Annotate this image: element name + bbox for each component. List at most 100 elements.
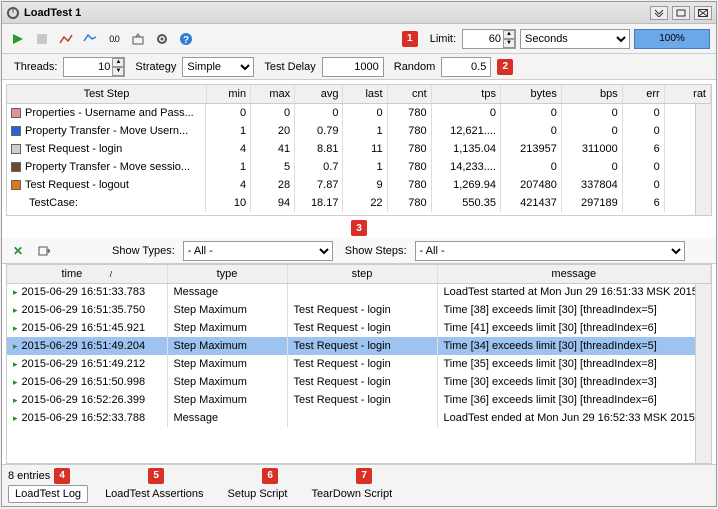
log-cell-message: Time [36] exceeds limit [30] [threadInde… [437,391,711,409]
stats-cell-cnt: 780 [387,140,431,158]
stats-cell-cnt: 780 [387,194,431,212]
clear-log-button[interactable]: ✕ [8,241,28,261]
show-types-label: Show Types: [112,245,175,257]
stats-cell-bps: 311000 [561,140,622,158]
stats-cell-bps: 0 [561,103,622,122]
export-log-button[interactable] [34,241,54,261]
stats-cell-min: 1 [206,158,250,176]
log-row[interactable]: 2015-06-29 16:52:26.399Step MaximumTest … [7,391,711,409]
statistics-chart-button[interactable] [56,29,76,49]
stats-header-err[interactable]: err [622,85,664,103]
log-cell-time: 2015-06-29 16:51:33.783 [7,283,167,301]
stats-cell-err: 0 [622,158,664,176]
log-cell-step [287,283,437,301]
log-row[interactable]: 2015-06-29 16:51:33.783MessageLoadTest s… [7,283,711,301]
log-cell-step: Test Request - login [287,355,437,373]
log-cell-message: LoadTest ended at Mon Jun 29 16:52:33 MS… [437,409,711,427]
log-cell-time: 2015-06-29 16:51:49.212 [7,355,167,373]
log-header-type[interactable]: type [167,265,287,283]
stats-cell-err: 6 [622,140,664,158]
tab-loadtest-assertions[interactable]: LoadTest Assertions [98,485,210,503]
log-cell-type: Message [167,409,287,427]
stats-row[interactable]: TestCase:109418.1722780550.3542143729718… [7,194,711,212]
stats-cell-bps: 297189 [561,194,622,212]
help-button[interactable]: ? [176,29,196,49]
stats-cell-min: 4 [206,140,250,158]
stats-header-bytes[interactable]: bytes [500,85,561,103]
maximize-button[interactable] [672,6,690,20]
close-button[interactable] [694,6,712,20]
log-row[interactable]: 2015-06-29 16:52:33.788MessageLoadTest e… [7,409,711,427]
stats-cell-tps: 1,269.94 [431,176,500,194]
export-button[interactable] [128,29,148,49]
stats-cell-last: 22 [343,194,387,212]
stats-cell-max: 94 [251,194,295,212]
stats-row[interactable]: Property Transfer - Move Usern...1200.79… [7,122,711,140]
log-cell-step: Test Request - login [287,373,437,391]
limit-unit-select[interactable]: Seconds [520,29,630,49]
stats-row[interactable]: Property Transfer - Move sessio...150.71… [7,158,711,176]
log-cell-message: LoadTest started at Mon Jun 29 16:51:33 … [437,283,711,301]
stats-header-tps[interactable]: tps [431,85,500,103]
stats-header-rat[interactable]: rat [664,85,710,103]
log-cell-type: Step Maximum [167,391,287,409]
stats-header-min[interactable]: min [206,85,250,103]
log-cell-type: Step Maximum [167,355,287,373]
log-row[interactable]: 2015-06-29 16:51:49.212Step MaximumTest … [7,355,711,373]
log-row[interactable]: 2015-06-29 16:51:35.750Step MaximumTest … [7,301,711,319]
stats-cell-tps: 12,621.... [431,122,500,140]
limit-label: Limit: [430,33,456,45]
stats-cell-max: 41 [251,140,295,158]
statistics-history-button[interactable] [80,29,100,49]
log-cell-time: 2015-06-29 16:51:50.998 [7,373,167,391]
log-header-time[interactable]: time / [7,265,167,283]
log-cell-time: 2015-06-29 16:51:35.750 [7,301,167,319]
stats-cell-bytes: 213957 [500,140,561,158]
log-header-message[interactable]: message [437,265,711,283]
stats-header-bps[interactable]: bps [561,85,622,103]
threads-spinner[interactable]: ▲▼ [112,58,124,76]
show-types-select[interactable]: - All - [183,241,333,261]
stats-row[interactable]: Properties - Username and Pass...0000780… [7,103,711,122]
stats-scrollbar[interactable] [695,104,711,215]
minimize-button[interactable] [650,6,668,20]
stats-cell-tps: 550.35 [431,194,500,212]
log-header-step[interactable]: step [287,265,437,283]
run-button[interactable] [8,29,28,49]
stats-header-last[interactable]: last [343,85,387,103]
options-button[interactable] [152,29,172,49]
color-swatch [11,180,21,190]
tab-teardown-script[interactable]: TearDown Script [304,485,399,503]
stats-cell-last: 1 [343,158,387,176]
stats-header-cnt[interactable]: cnt [387,85,431,103]
limit-spinner[interactable]: ▲▼ [503,30,515,48]
show-steps-select[interactable]: - All - [415,241,685,261]
log-row[interactable]: 2015-06-29 16:51:49.204Step MaximumTest … [7,337,711,355]
log-row[interactable]: 2015-06-29 16:51:50.998Step MaximumTest … [7,373,711,391]
stats-header-max[interactable]: max [251,85,295,103]
window-title: LoadTest 1 [24,7,646,19]
strategy-select[interactable]: Simple [182,57,254,77]
log-row[interactable]: 2015-06-29 16:51:45.921Step MaximumTest … [7,319,711,337]
stats-row[interactable]: Test Request - logout4287.8797801,269.94… [7,176,711,194]
stats-cell-avg: 0 [295,103,343,122]
reset-statistics-button[interactable]: 0.0 [104,29,124,49]
log-scrollbar[interactable] [695,284,711,463]
stats-cell-err: 0 [622,122,664,140]
color-swatch [11,144,21,154]
stats-cell-last: 0 [343,103,387,122]
stats-header-test-step[interactable]: Test Step [7,85,206,103]
stats-cell-max: 5 [251,158,295,176]
stats-header-avg[interactable]: avg [295,85,343,103]
random-input[interactable] [441,57,491,77]
test-delay-input[interactable] [322,57,384,77]
tab-loadtest-log[interactable]: LoadTest Log [8,485,88,503]
stop-button[interactable] [32,29,52,49]
stats-cell-min: 0 [206,103,250,122]
tab-setup-script[interactable]: Setup Script [221,485,295,503]
stats-row[interactable]: Test Request - login4418.81117801,135.04… [7,140,711,158]
stats-cell-tps: 14,233.... [431,158,500,176]
log-cell-time: 2015-06-29 16:51:45.921 [7,319,167,337]
statistics-table: Test Stepminmaxavglastcnttpsbytesbpserrr… [6,84,712,216]
log-cell-step: Test Request - login [287,391,437,409]
